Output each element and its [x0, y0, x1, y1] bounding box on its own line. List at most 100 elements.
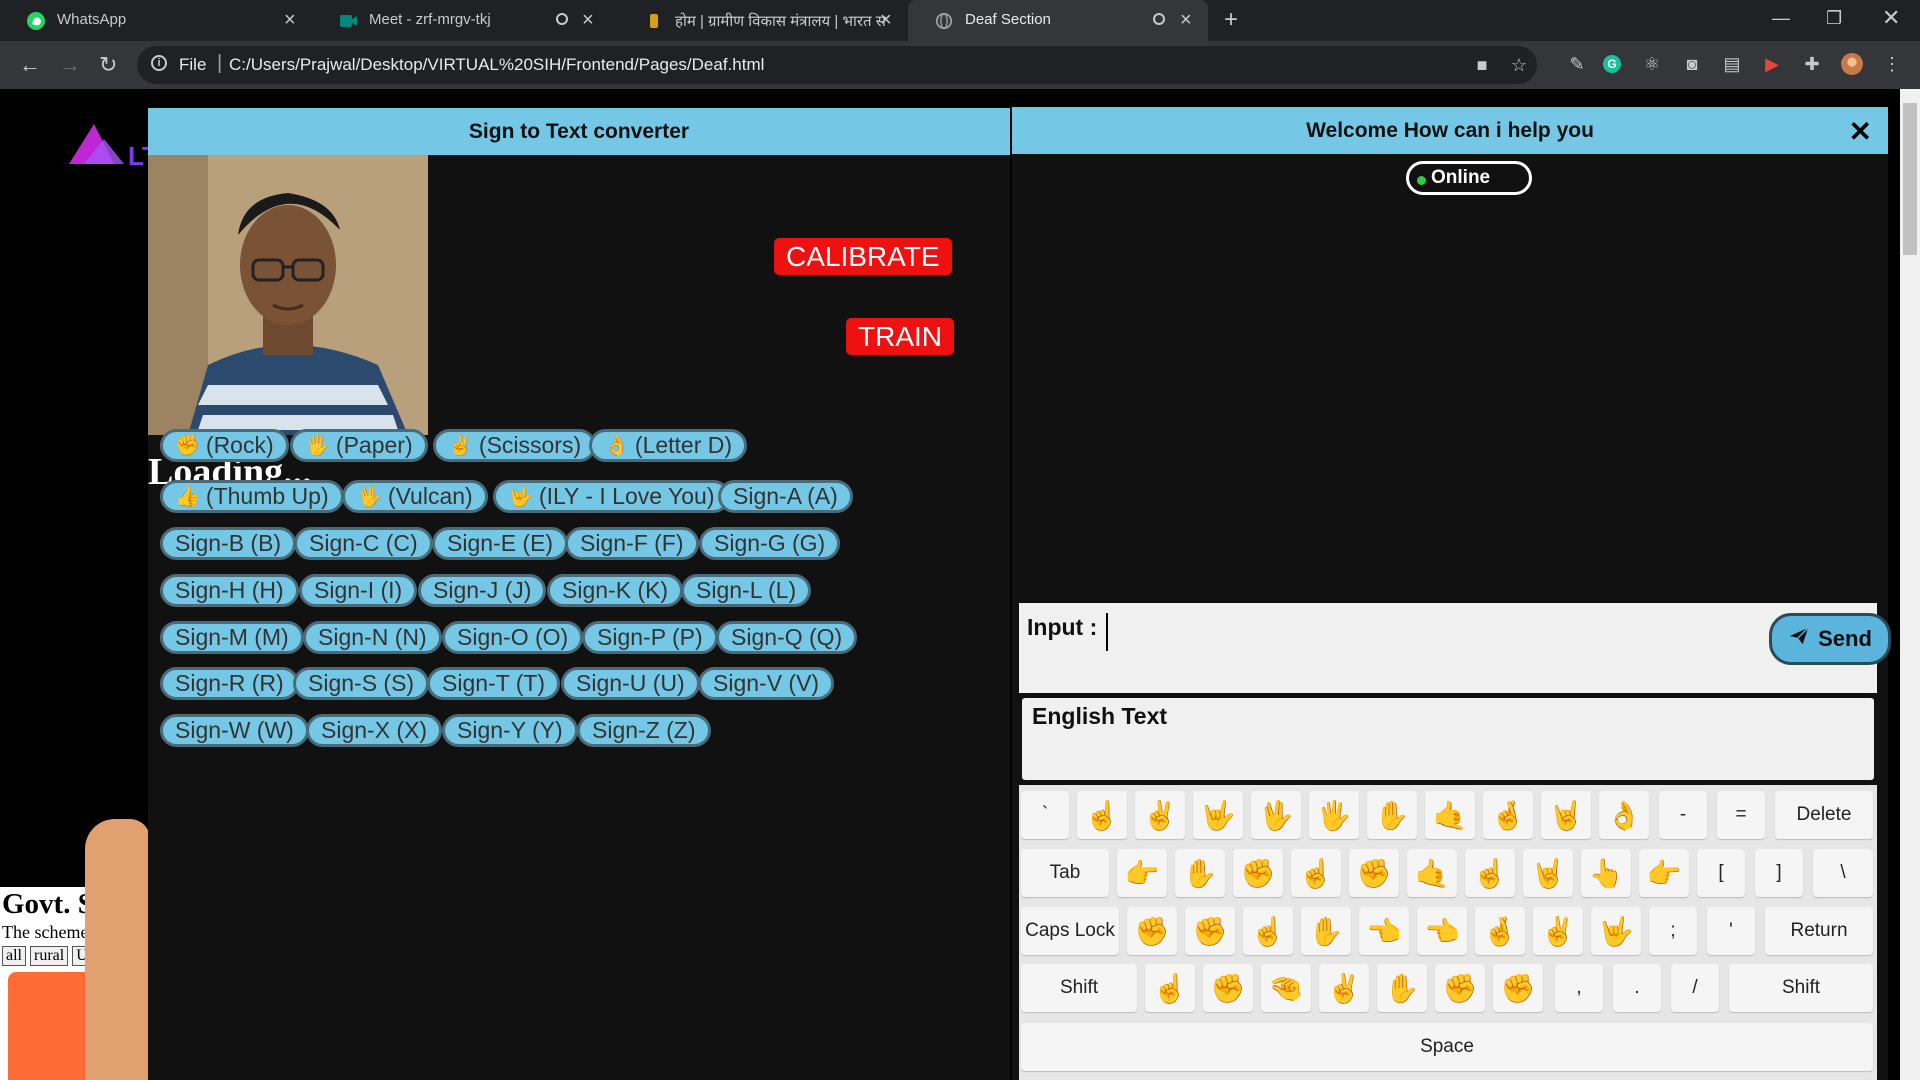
- new-tab-button[interactable]: +: [1224, 6, 1238, 34]
- close-tab-icon[interactable]: ×: [284, 10, 296, 30]
- key-hand-sign[interactable]: 👈: [1417, 907, 1467, 955]
- profile-avatar[interactable]: [1841, 53, 1863, 75]
- gesture-chip[interactable]: Sign-J (J): [418, 574, 547, 607]
- close-window-button[interactable]: ✕: [1882, 5, 1900, 31]
- key-hand-sign[interactable]: 👆: [1581, 849, 1631, 897]
- gesture-chip[interactable]: Sign-C (C): [294, 527, 433, 560]
- gesture-chip[interactable]: Sign-B (B): [160, 527, 297, 560]
- key-hand-sign[interactable]: 🤟: [1193, 791, 1243, 839]
- key-hand-sign[interactable]: 👈: [1359, 907, 1409, 955]
- gesture-chip[interactable]: Sign-R (R): [160, 667, 299, 700]
- gesture-chip[interactable]: ✊ (Rock): [160, 429, 289, 462]
- key-hand-sign[interactable]: ✋: [1301, 907, 1351, 955]
- pdf-icon[interactable]: ▤: [1721, 53, 1743, 75]
- gesture-chip[interactable]: Sign-A (A): [718, 480, 853, 513]
- gesture-chip[interactable]: Sign-W (W): [160, 714, 309, 747]
- calibrate-button[interactable]: CALIBRATE: [774, 238, 952, 275]
- gesture-chip[interactable]: Sign-T (T): [427, 667, 561, 700]
- gesture-chip[interactable]: Sign-X (X): [306, 714, 443, 747]
- scrollbar[interactable]: [1900, 89, 1920, 1080]
- key-tab[interactable]: Tab: [1021, 849, 1109, 897]
- key-hand-sign[interactable]: ✋: [1377, 964, 1427, 1012]
- key-slash[interactable]: /: [1671, 964, 1719, 1012]
- key-hand-sign[interactable]: 👉: [1117, 849, 1167, 897]
- gesture-chip[interactable]: Sign-Q (Q): [716, 621, 858, 654]
- tab-deaf-section[interactable]: Deaf Section ×: [908, 0, 1208, 41]
- key-hand-sign[interactable]: 🤟: [1591, 907, 1641, 955]
- gesture-chip[interactable]: Sign-E (E): [432, 527, 569, 560]
- gesture-chip[interactable]: Sign-O (O): [442, 621, 584, 654]
- extensions-puzzle-icon[interactable]: ✚: [1801, 53, 1823, 75]
- key-hand-sign[interactable]: ✊: [1435, 964, 1485, 1012]
- key-hand-sign[interactable]: 🖐: [1309, 791, 1359, 839]
- gesture-chip[interactable]: Sign-K (K): [547, 574, 684, 607]
- tab-rural-ministry[interactable]: होम | ग्रामीण विकास मंत्रालय | भारत स ×: [618, 0, 908, 41]
- reload-icon[interactable]: ↻: [99, 52, 117, 78]
- key-hand-sign[interactable]: ✊: [1493, 964, 1543, 1012]
- key-hand-sign[interactable]: ☝: [1077, 791, 1127, 839]
- screenshot-icon[interactable]: ◙: [1681, 53, 1703, 75]
- gesture-chip[interactable]: Sign-V (V): [698, 667, 835, 700]
- gesture-chip[interactable]: Sign-U (U): [561, 667, 700, 700]
- key-hand-sign[interactable]: ✊: [1349, 849, 1399, 897]
- key-hand-sign[interactable]: 👌: [1599, 791, 1649, 839]
- key-hand-sign[interactable]: ✌: [1533, 907, 1583, 955]
- key-hand-sign[interactable]: 🤘: [1541, 791, 1591, 839]
- key-hand-sign[interactable]: 🖖: [1251, 791, 1301, 839]
- key-hand-sign[interactable]: 🤙: [1407, 849, 1457, 897]
- gesture-chip[interactable]: Sign-P (P): [582, 621, 718, 654]
- gesture-chip[interactable]: 👌 (Letter D): [589, 429, 748, 462]
- key-hand-sign[interactable]: ✊: [1203, 964, 1253, 1012]
- key-hand-sign[interactable]: ✋: [1367, 791, 1417, 839]
- key-delete[interactable]: Delete: [1775, 791, 1873, 839]
- message-input-area[interactable]: Input : Send: [1019, 603, 1891, 693]
- key-shift-left[interactable]: Shift: [1021, 964, 1137, 1012]
- pen-extension-icon[interactable]: ✎: [1566, 53, 1588, 75]
- key-hand-sign[interactable]: 🤞: [1483, 791, 1533, 839]
- key-hand-sign[interactable]: ✋: [1175, 849, 1225, 897]
- gesture-chip[interactable]: 🖖 (Vulcan): [342, 480, 488, 513]
- grammarly-icon[interactable]: G: [1601, 53, 1623, 75]
- record-extension-icon[interactable]: ▶: [1761, 53, 1783, 75]
- gesture-chip[interactable]: Sign-Z (Z): [577, 714, 711, 747]
- key-comma[interactable]: ,: [1555, 964, 1603, 1012]
- react-devtools-icon[interactable]: ⚛: [1641, 53, 1663, 75]
- key-close-bracket[interactable]: ]: [1755, 849, 1803, 897]
- key-hand-sign[interactable]: 🤏: [1261, 964, 1311, 1012]
- info-icon[interactable]: i: [151, 55, 167, 71]
- close-icon[interactable]: ✕: [1849, 115, 1872, 148]
- gesture-chip[interactable]: 🖐 (Paper): [290, 429, 428, 462]
- gesture-chip[interactable]: Sign-S (S): [293, 667, 430, 700]
- gesture-chip[interactable]: Sign-L (L): [681, 574, 812, 607]
- restore-button[interactable]: ❐: [1826, 8, 1842, 29]
- key-semicolon[interactable]: ;: [1649, 907, 1697, 955]
- minimize-button[interactable]: —: [1772, 8, 1790, 29]
- gesture-chip[interactable]: Sign-H (H): [160, 574, 299, 607]
- key-hand-sign[interactable]: ✊: [1185, 907, 1235, 955]
- key-hand-sign[interactable]: ☝: [1291, 849, 1341, 897]
- key-backslash[interactable]: \: [1813, 849, 1873, 897]
- gesture-chip[interactable]: ✌ (Scissors): [433, 429, 597, 462]
- url-text[interactable]: C:/Users/Prajwal/Desktop/VIRTUAL%20SIH/F…: [229, 55, 764, 75]
- bookmark-star-icon[interactable]: ☆: [1508, 54, 1530, 76]
- scrollbar-thumb[interactable]: [1903, 103, 1917, 255]
- menu-icon[interactable]: ⋮: [1881, 53, 1903, 75]
- address-bar[interactable]: i File | C:/Users/Prajwal/Desktop/VIRTUA…: [137, 46, 1537, 84]
- key-hand-sign[interactable]: ☝: [1465, 849, 1515, 897]
- key-return[interactable]: Return: [1765, 907, 1873, 955]
- key-minus[interactable]: -: [1659, 791, 1707, 839]
- gesture-chip[interactable]: Sign-I (I): [299, 574, 418, 607]
- key-backtick[interactable]: `: [1021, 791, 1069, 839]
- close-tab-icon[interactable]: ×: [880, 10, 892, 30]
- key-hand-sign[interactable]: 🤙: [1425, 791, 1475, 839]
- gesture-chip[interactable]: Sign-M (M): [160, 621, 304, 654]
- close-tab-icon[interactable]: ×: [1180, 10, 1192, 30]
- gesture-chip[interactable]: 🤟 (ILY - I Love You): [493, 480, 730, 513]
- key-hand-sign[interactable]: ☝: [1145, 964, 1195, 1012]
- key-hand-sign[interactable]: ✌: [1135, 791, 1185, 839]
- gesture-chip[interactable]: 👍 (Thumb Up): [160, 480, 344, 513]
- filter-all-button[interactable]: all: [2, 946, 26, 966]
- key-hand-sign[interactable]: ☝: [1243, 907, 1293, 955]
- gesture-chip[interactable]: Sign-G (G): [699, 527, 841, 560]
- tab-meet[interactable]: Meet - zrf-mrgv-tkj ×: [312, 0, 618, 41]
